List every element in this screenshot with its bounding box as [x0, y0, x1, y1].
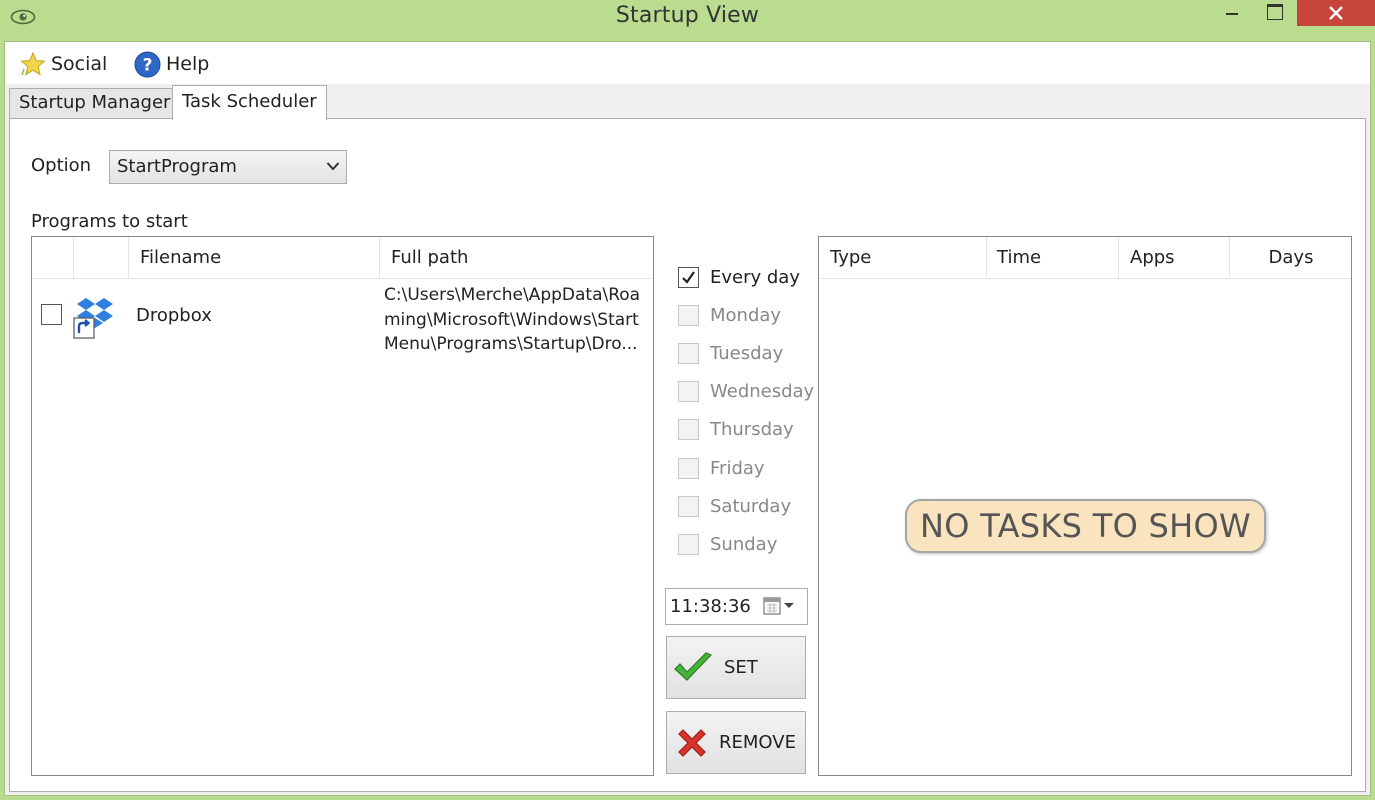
checkmark-icon	[682, 270, 695, 284]
tasks-list[interactable]: Type Time Apps Days NO TASKS TO SHOW	[818, 236, 1352, 776]
empty-state-badge: NO TASKS TO SHOW	[905, 499, 1266, 553]
checkbox-label: Monday	[710, 304, 782, 326]
dropbox-shortcut-icon	[73, 298, 113, 339]
star-icon	[20, 52, 46, 76]
set-button-label: SET	[724, 657, 758, 678]
checkbox-thursday[interactable]: Thursday	[678, 416, 794, 442]
tab-task-scheduler[interactable]: Task Scheduler	[172, 85, 327, 120]
column-check[interactable]	[32, 237, 74, 279]
checkbox-monday[interactable]: Monday	[678, 302, 781, 328]
row-full-path: C:\Users\Merche\AppData\Roa ming\Microso…	[384, 283, 654, 357]
checkbox-box[interactable]	[678, 457, 699, 479]
menu-social[interactable]: Social	[20, 50, 107, 78]
programs-list[interactable]: Filename Full path Dropbox C:\Users\Merc…	[31, 236, 654, 776]
time-picker[interactable]: 11:38:36	[665, 588, 808, 625]
set-button[interactable]: SET	[666, 636, 806, 699]
row-path-line: C:\Users\Merche\AppData\Roa	[384, 285, 641, 305]
checkbox-box[interactable]	[678, 495, 699, 517]
tasks-list-header: Type Time Apps Days	[819, 237, 1351, 279]
programs-list-header: Filename Full path	[32, 237, 653, 279]
close-icon	[1329, 6, 1343, 20]
chevron-down-icon	[326, 162, 340, 171]
option-dropdown[interactable]: StartProgram	[109, 150, 347, 184]
checkbox-sunday[interactable]: Sunday	[678, 531, 777, 557]
checkbox-label: Every day	[710, 266, 800, 288]
column-apps[interactable]: Apps	[1119, 237, 1230, 279]
checkbox-box[interactable]	[678, 266, 699, 288]
row-filename: Dropbox	[136, 305, 212, 326]
checkbox-label: Wednesday	[710, 380, 815, 402]
checkbox-label: Friday	[710, 457, 765, 479]
delete-icon	[678, 728, 706, 757]
menu-bar: Social ? Help	[5, 42, 1370, 84]
checkbox-wednesday[interactable]: Wednesday	[678, 378, 814, 404]
option-label: Option	[31, 155, 92, 176]
column-time[interactable]: Time	[987, 237, 1119, 279]
checkbox-saturday[interactable]: Saturday	[678, 493, 791, 519]
checkbox-label: Saturday	[710, 495, 792, 517]
menu-help-label: Help	[166, 53, 210, 75]
programs-label: Programs to start	[31, 211, 188, 232]
menu-social-label: Social	[51, 53, 108, 75]
window-title: Startup View	[615, 3, 760, 28]
checkbox-friday[interactable]: Friday	[678, 455, 765, 481]
close-button[interactable]	[1297, 0, 1375, 26]
row-checkbox[interactable]	[41, 304, 62, 325]
title-bar: Startup View	[0, 0, 1375, 40]
column-filename[interactable]: Filename	[129, 237, 380, 279]
help-icon: ?	[134, 51, 161, 77]
remove-button-label: REMOVE	[719, 732, 796, 753]
task-scheduler-panel: Option StartProgram Programs to start Fi…	[9, 118, 1366, 792]
menu-help[interactable]: ? Help	[134, 50, 209, 78]
calendar-dropdown-icon[interactable]	[763, 596, 797, 616]
maximize-button[interactable]	[1256, 0, 1296, 26]
remove-button[interactable]: REMOVE	[666, 711, 806, 774]
column-full-path[interactable]: Full path	[380, 237, 654, 279]
checkbox-box[interactable]	[678, 304, 699, 326]
checkbox-box[interactable]	[678, 533, 699, 555]
minimize-button[interactable]	[1210, 0, 1256, 26]
option-selected-value: StartProgram	[117, 156, 237, 177]
svg-text:?: ?	[143, 55, 153, 75]
tab-startup-manager[interactable]: Startup Manager	[9, 88, 181, 118]
checkbox-box[interactable]	[678, 380, 699, 402]
row-path-line: ming\Microsoft\Windows\Start	[384, 309, 639, 330]
app-client-area: Social ? Help Startup Manager Task Sched…	[4, 41, 1371, 796]
checkbox-tuesday[interactable]: Tuesday	[678, 340, 783, 366]
checkbox-box[interactable]	[678, 342, 699, 364]
checkbox-box[interactable]	[678, 418, 699, 440]
checkbox-label: Thursday	[710, 418, 794, 440]
checkbox-every-day[interactable]: Every day	[678, 264, 800, 290]
checkbox-label: Sunday	[710, 533, 778, 555]
checkbox-label: Tuesday	[710, 342, 784, 364]
list-item[interactable]: Dropbox C:\Users\Merche\AppData\Roa ming…	[32, 283, 653, 355]
column-type[interactable]: Type	[819, 237, 987, 279]
row-path-line: Menu\Programs\Startup\Dro...	[384, 334, 638, 354]
column-days[interactable]: Days	[1230, 237, 1352, 279]
checkmark-icon	[674, 651, 713, 681]
column-icon[interactable]	[74, 237, 129, 279]
time-value: 11:38:36	[670, 596, 751, 617]
